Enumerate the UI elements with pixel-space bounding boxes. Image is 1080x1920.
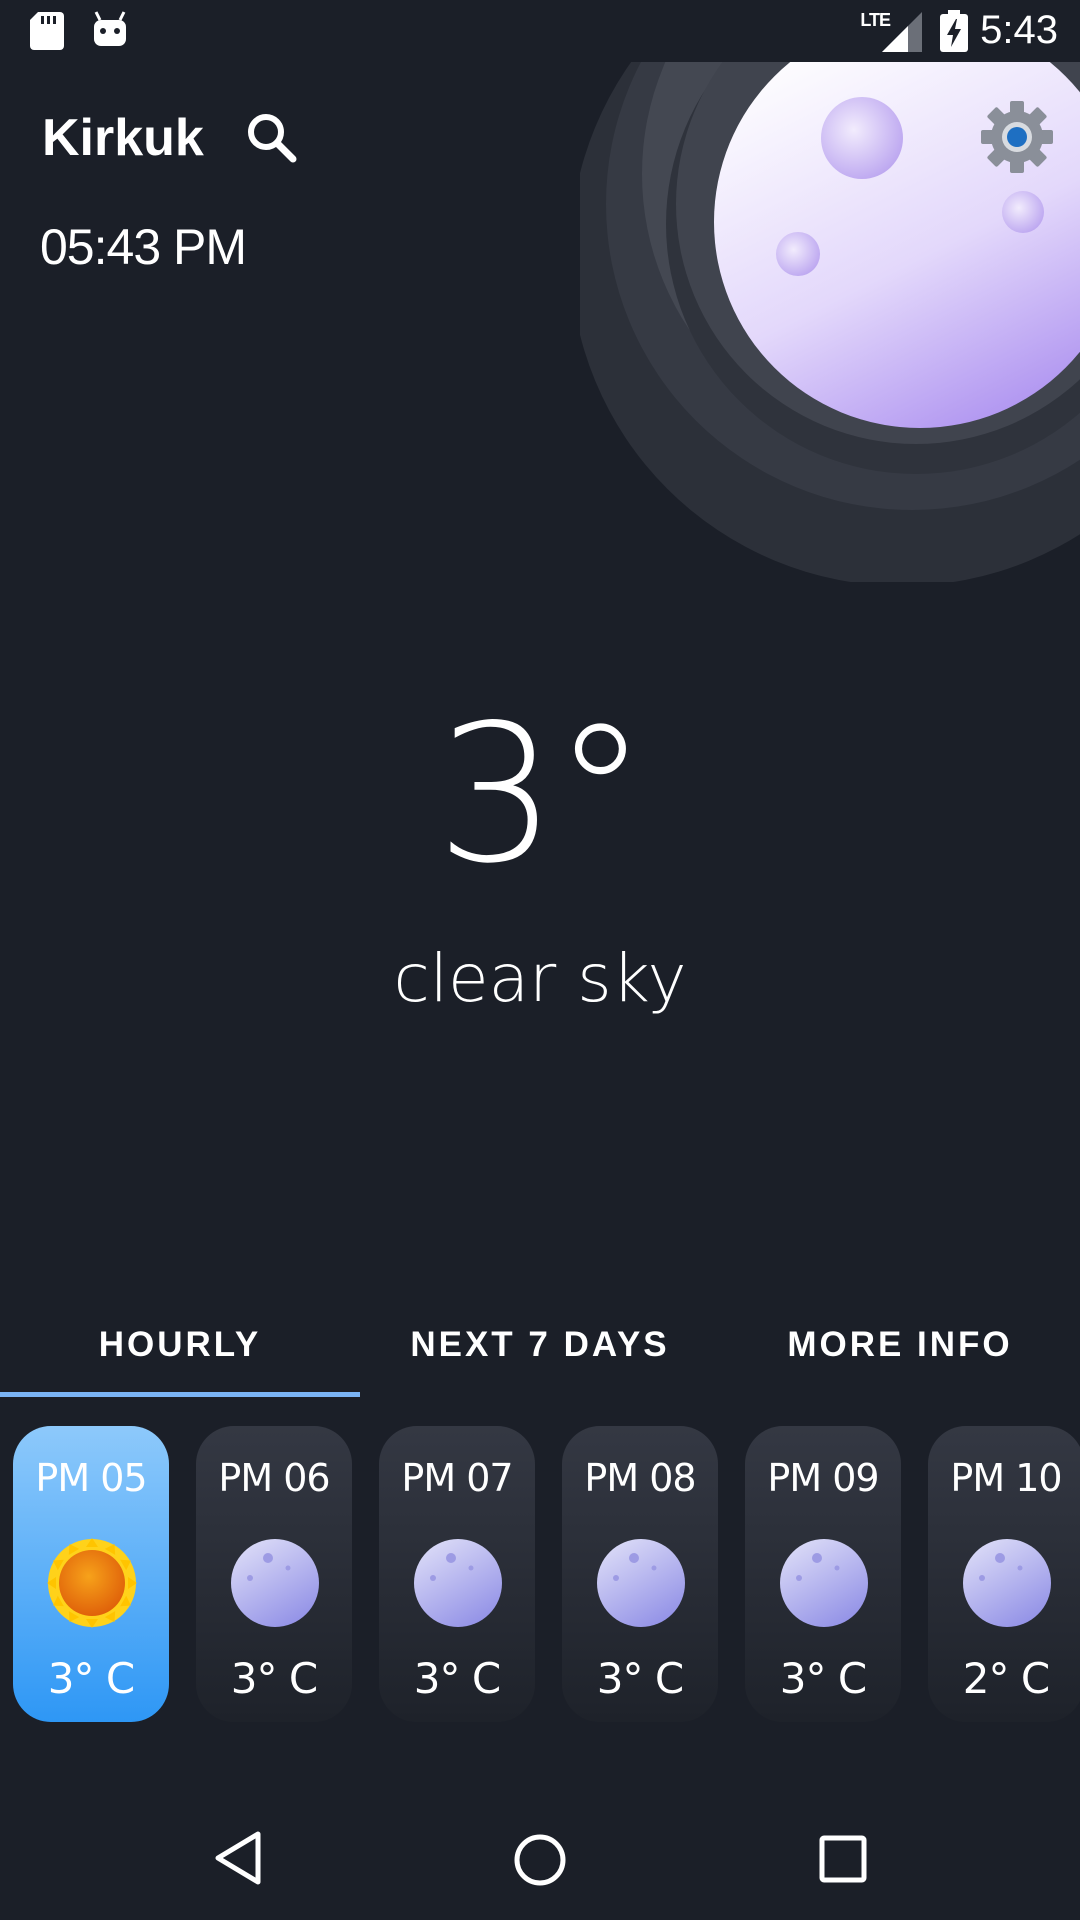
hourly-forecast-list[interactable]: PM 05 3° C PM 06 3° C PM 07 3° C PM 08 3… bbox=[0, 1426, 1080, 1726]
hourly-card[interactable]: PM 07 3° C bbox=[379, 1426, 535, 1722]
city-name[interactable]: Kirkuk bbox=[42, 108, 204, 168]
hourly-card-hour: PM 09 bbox=[767, 1456, 879, 1500]
hourly-card-temp: 3° C bbox=[413, 1654, 501, 1703]
hourly-card[interactable]: PM 09 3° C bbox=[745, 1426, 901, 1722]
tab-hourly[interactable]: HOURLY bbox=[0, 1298, 360, 1392]
android-icon bbox=[94, 11, 126, 46]
tab-next-7-days[interactable]: NEXT 7 DAYS bbox=[360, 1298, 720, 1392]
system-nav-bar bbox=[0, 1800, 1080, 1920]
tab-indicator bbox=[0, 1392, 360, 1397]
hourly-card[interactable]: PM 06 3° C bbox=[196, 1426, 352, 1722]
sd-card-icon bbox=[30, 12, 64, 50]
hourly-card-temp: 3° C bbox=[230, 1654, 318, 1703]
tab-more-info[interactable]: MORE INFO bbox=[720, 1298, 1080, 1392]
battery-charging-icon bbox=[940, 10, 968, 52]
hourly-card-hour: PM 05 bbox=[35, 1456, 147, 1500]
signal-icon bbox=[882, 12, 922, 52]
local-time: 05:43 PM bbox=[40, 219, 247, 275]
hourly-card-hour: PM 06 bbox=[218, 1456, 330, 1500]
hourly-card[interactable]: PM 10 2° C bbox=[928, 1426, 1080, 1722]
status-time: 5:43 bbox=[980, 8, 1058, 52]
moon-icon bbox=[780, 1539, 868, 1627]
current-temperature: 3° bbox=[436, 684, 648, 905]
current-temperature-block: 3° bbox=[0, 700, 1080, 890]
recents-icon[interactable] bbox=[818, 1834, 868, 1884]
moon-icon bbox=[231, 1539, 319, 1627]
weather-condition: clear sky bbox=[393, 940, 687, 1017]
hourly-card[interactable]: PM 05 3° C bbox=[13, 1426, 169, 1722]
hourly-card-temp: 3° C bbox=[596, 1654, 684, 1703]
search-icon[interactable] bbox=[246, 112, 298, 164]
home-icon[interactable] bbox=[512, 1832, 568, 1888]
hourly-card[interactable]: PM 08 3° C bbox=[562, 1426, 718, 1722]
moon-icon bbox=[414, 1539, 502, 1627]
hourly-card-temp: 2° C bbox=[962, 1654, 1050, 1703]
moon-icon bbox=[597, 1539, 685, 1627]
gear-icon[interactable] bbox=[980, 100, 1054, 174]
hourly-card-hour: PM 07 bbox=[401, 1456, 513, 1500]
sun-icon bbox=[47, 1538, 137, 1628]
back-icon[interactable] bbox=[212, 1830, 264, 1886]
hourly-card-hour: PM 10 bbox=[950, 1456, 1062, 1500]
status-bar: LTE 5:43 bbox=[0, 0, 1080, 62]
hourly-card-temp: 3° C bbox=[779, 1654, 867, 1703]
hourly-card-temp: 3° C bbox=[47, 1654, 135, 1703]
forecast-tabs: HOURLY NEXT 7 DAYS MORE INFO bbox=[0, 1298, 1080, 1398]
hourly-card-hour: PM 08 bbox=[584, 1456, 696, 1500]
moon-icon bbox=[963, 1539, 1051, 1627]
